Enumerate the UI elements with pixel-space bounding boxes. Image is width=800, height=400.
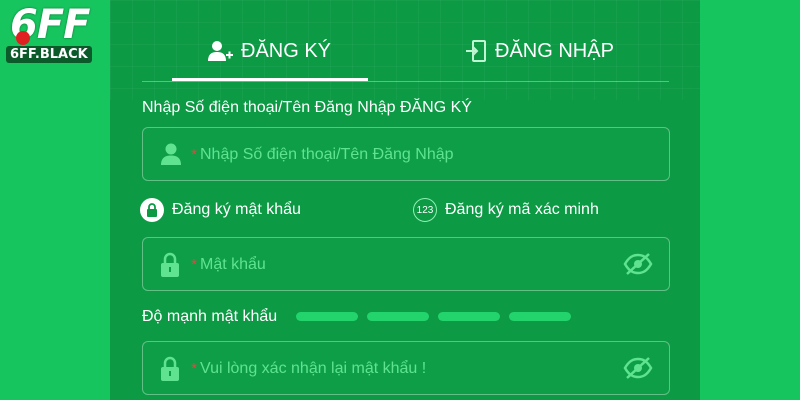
confirm-password-input[interactable]: * Vui lòng xác nhận lại mật khẩu ! — [142, 341, 670, 395]
required-marker: * — [191, 256, 197, 273]
username-label: Nhập Số điện thoại/Tên Đăng Nhập ĐĂNG KÝ — [142, 99, 472, 116]
password-input[interactable]: * Mật khẩu — [142, 237, 670, 291]
brand-logo[interactable]: 6FF 6FF.BLACK — [6, 2, 102, 64]
user-icon — [159, 142, 183, 171]
lock-radio-icon — [140, 198, 164, 222]
tab-register[interactable]: ĐĂNG KÝ — [207, 36, 331, 66]
tab-register-label: ĐĂNG KÝ — [241, 39, 332, 62]
strength-segment — [296, 312, 358, 321]
flag-star-icon — [16, 31, 30, 45]
strength-segment — [509, 312, 571, 321]
lock-icon — [159, 252, 181, 283]
tab-divider — [142, 81, 669, 82]
register-password-label: Đăng ký mật khẩu — [172, 201, 301, 218]
logo-text: 6FF.BLACK — [6, 46, 92, 63]
right-background — [700, 0, 800, 400]
eye-off-icon[interactable] — [623, 356, 653, 385]
tab-login[interactable]: ĐĂNG NHẬP — [465, 36, 614, 66]
username-placeholder: Nhập Số điện thoại/Tên Đăng Nhập — [200, 146, 454, 163]
login-door-icon — [465, 39, 487, 63]
register-password-option[interactable]: Đăng ký mật khẩu — [140, 198, 301, 222]
strength-segment — [367, 312, 429, 321]
tab-login-label: ĐĂNG NHẬP — [495, 39, 614, 62]
username-input[interactable]: * Nhập Số điện thoại/Tên Đăng Nhập — [142, 127, 670, 181]
register-code-option[interactable]: 123 Đăng ký mã xác minh — [413, 198, 599, 222]
password-placeholder: Mật khẩu — [200, 256, 266, 273]
user-plus-icon — [207, 40, 233, 62]
lock-icon — [159, 356, 181, 387]
code-badge-icon: 123 — [413, 198, 437, 222]
confirm-placeholder: Vui lòng xác nhận lại mật khẩu ! — [200, 360, 427, 377]
eye-off-icon[interactable] — [623, 252, 653, 281]
strength-segment — [438, 312, 500, 321]
register-code-label: Đăng ký mã xác minh — [445, 201, 599, 218]
required-marker: * — [191, 360, 197, 377]
required-marker: * — [191, 146, 197, 163]
password-strength-label: Độ mạnh mật khẩu — [142, 308, 278, 325]
active-tab-indicator — [172, 78, 368, 81]
